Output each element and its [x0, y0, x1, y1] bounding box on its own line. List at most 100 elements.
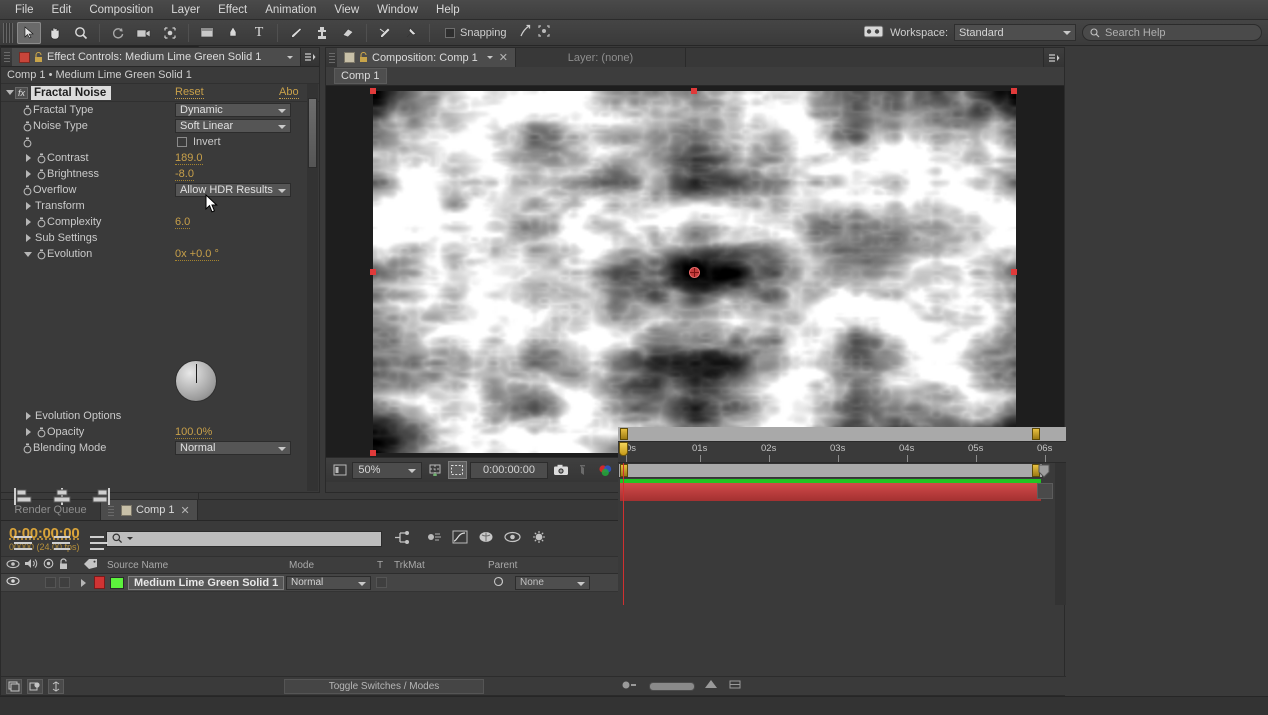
- complexity-value[interactable]: 6.0: [175, 216, 191, 229]
- layer-switch-icon[interactable]: [1037, 483, 1053, 499]
- layer-name[interactable]: Medium Lime Green Solid 1: [128, 575, 285, 590]
- pen-tool-icon[interactable]: [221, 22, 245, 44]
- stopwatch-icon[interactable]: [35, 216, 47, 228]
- comp-marker-icon[interactable]: [1037, 464, 1053, 479]
- comp-name-tab[interactable]: Comp 1: [334, 68, 387, 84]
- timeline-vertical-scrollbar[interactable]: [1055, 463, 1066, 605]
- chevron-down-icon[interactable]: [287, 55, 293, 59]
- column-trkmat[interactable]: TrkMat: [394, 560, 425, 571]
- twirl-right-icon[interactable]: [23, 412, 33, 420]
- region-of-interest-icon[interactable]: [447, 461, 468, 479]
- timeline-search-input[interactable]: [106, 530, 382, 547]
- search-help-input[interactable]: Search Help: [1082, 24, 1262, 41]
- lock-icon[interactable]: [34, 51, 43, 63]
- layer-twirl-icon[interactable]: [81, 578, 86, 587]
- lock-icon[interactable]: [359, 52, 368, 63]
- stopwatch-icon[interactable]: [21, 184, 33, 196]
- zoom-tool-icon[interactable]: [69, 22, 93, 44]
- brush-tool-icon[interactable]: [284, 22, 308, 44]
- timeline-zoom-out-icon[interactable]: [621, 680, 639, 692]
- timeline-tracks[interactable]: [618, 463, 1066, 605]
- panel-grip[interactable]: [4, 52, 10, 62]
- snap-region-icon[interactable]: [537, 24, 551, 41]
- align-right-icon[interactable]: [89, 487, 111, 506]
- tab-extra[interactable]: [686, 48, 1044, 67]
- eyeball-icon[interactable]: [504, 531, 521, 546]
- contrast-value[interactable]: 189.0: [175, 152, 203, 165]
- work-area-end-handle[interactable]: [1032, 428, 1040, 440]
- reset-button[interactable]: Reset: [175, 86, 204, 99]
- current-time-indicator[interactable]: [619, 442, 628, 456]
- menu-item-edit[interactable]: Edit: [43, 1, 81, 19]
- selection-handle-bl[interactable]: [370, 450, 376, 456]
- twirl-right-icon[interactable]: [23, 234, 33, 242]
- layer-eye-toggle[interactable]: [6, 576, 20, 589]
- stopwatch-icon[interactable]: [35, 426, 47, 438]
- parent-pickwhip-icon[interactable]: [493, 576, 504, 590]
- solo-icon[interactable]: [43, 558, 54, 572]
- effect-header-fractal-noise[interactable]: fx Fractal Noise Reset Abo: [1, 84, 319, 102]
- stopwatch-icon[interactable]: [21, 120, 33, 132]
- layer-switches-toggle-icon[interactable]: [6, 678, 22, 694]
- work-area-start-handle[interactable]: [620, 428, 628, 440]
- tab-effect-controls[interactable]: Effect Controls: Medium Lime Green Solid…: [12, 48, 301, 66]
- selection-handle-tc[interactable]: [691, 88, 697, 94]
- audio-icon[interactable]: [24, 558, 39, 572]
- stopwatch-icon[interactable]: [35, 248, 47, 260]
- stopwatch-icon[interactable]: [35, 168, 47, 180]
- selection-handle-tr[interactable]: [1011, 88, 1017, 94]
- menu-item-window[interactable]: Window: [368, 1, 427, 19]
- property-row-transform[interactable]: Transform: [1, 198, 319, 214]
- eraser-tool-icon[interactable]: [336, 22, 360, 44]
- column-mode[interactable]: Mode: [289, 560, 314, 571]
- take-snapshot-icon[interactable]: [551, 461, 570, 479]
- overflow-select[interactable]: Allow HDR Results: [175, 183, 291, 197]
- about-button[interactable]: Abo: [279, 86, 299, 99]
- rotation-tool-icon[interactable]: [106, 22, 130, 44]
- menu-item-animation[interactable]: Animation: [256, 1, 325, 19]
- workspace-icon[interactable]: [863, 25, 884, 41]
- timeline-zoom-in-icon[interactable]: [703, 679, 719, 693]
- stopwatch-icon[interactable]: [21, 136, 33, 148]
- work-area-start-handle-2[interactable]: [620, 464, 628, 477]
- column-parent[interactable]: Parent: [488, 560, 517, 571]
- column-source-name[interactable]: Source Name: [107, 560, 168, 571]
- puppet-pin-tool-icon[interactable]: [399, 22, 423, 44]
- layer-preserve-transparency[interactable]: [376, 577, 387, 588]
- time-ruler[interactable]: 0s 01s 02s 03s 04s 05s 06s: [618, 442, 1066, 463]
- show-snapshot-icon[interactable]: [573, 461, 592, 479]
- stopwatch-icon[interactable]: [21, 104, 33, 116]
- snapping-control[interactable]: Snapping: [445, 24, 551, 41]
- chevron-down-icon[interactable]: [127, 537, 133, 540]
- tab-layer-none[interactable]: Layer: (none): [516, 48, 686, 67]
- twirl-down-icon[interactable]: [5, 90, 15, 95]
- selection-handle-mr[interactable]: [1011, 269, 1017, 275]
- evolution-value[interactable]: 0x +0.0 °: [175, 248, 219, 261]
- clone-stamp-tool-icon[interactable]: [310, 22, 334, 44]
- panel-menu-button[interactable]: [301, 48, 319, 66]
- menu-item-help[interactable]: Help: [427, 1, 469, 19]
- layer-parent-select[interactable]: None: [515, 575, 590, 590]
- lock-icon[interactable]: [58, 557, 69, 573]
- twirl-right-icon[interactable]: [23, 218, 33, 226]
- stopwatch-icon[interactable]: [35, 152, 47, 164]
- toolbar-grip[interactable]: [3, 22, 13, 43]
- channel-rgb-icon[interactable]: [596, 461, 615, 479]
- timeline-zoom-level-icon[interactable]: [729, 679, 741, 693]
- layer-duration-bar[interactable]: [620, 483, 1041, 501]
- evolution-dial[interactable]: [175, 360, 217, 402]
- magnification-select[interactable]: 50%: [352, 461, 423, 479]
- menu-item-file[interactable]: File: [6, 1, 43, 19]
- shape-tool-icon[interactable]: [195, 22, 219, 44]
- work-area-bar[interactable]: [618, 427, 1066, 442]
- twirl-right-icon[interactable]: [23, 170, 33, 178]
- opacity-value[interactable]: 100.0%: [175, 426, 213, 439]
- brain-icon[interactable]: [478, 530, 494, 547]
- anchor-point-icon[interactable]: [689, 267, 700, 278]
- close-icon[interactable]: ✕: [181, 504, 190, 517]
- scrollbar-thumb[interactable]: [308, 98, 317, 168]
- always-preview-this-view-icon[interactable]: [330, 461, 349, 479]
- sun-icon[interactable]: [531, 530, 547, 547]
- column-t[interactable]: T: [377, 560, 383, 571]
- stretch-icon[interactable]: [48, 678, 64, 694]
